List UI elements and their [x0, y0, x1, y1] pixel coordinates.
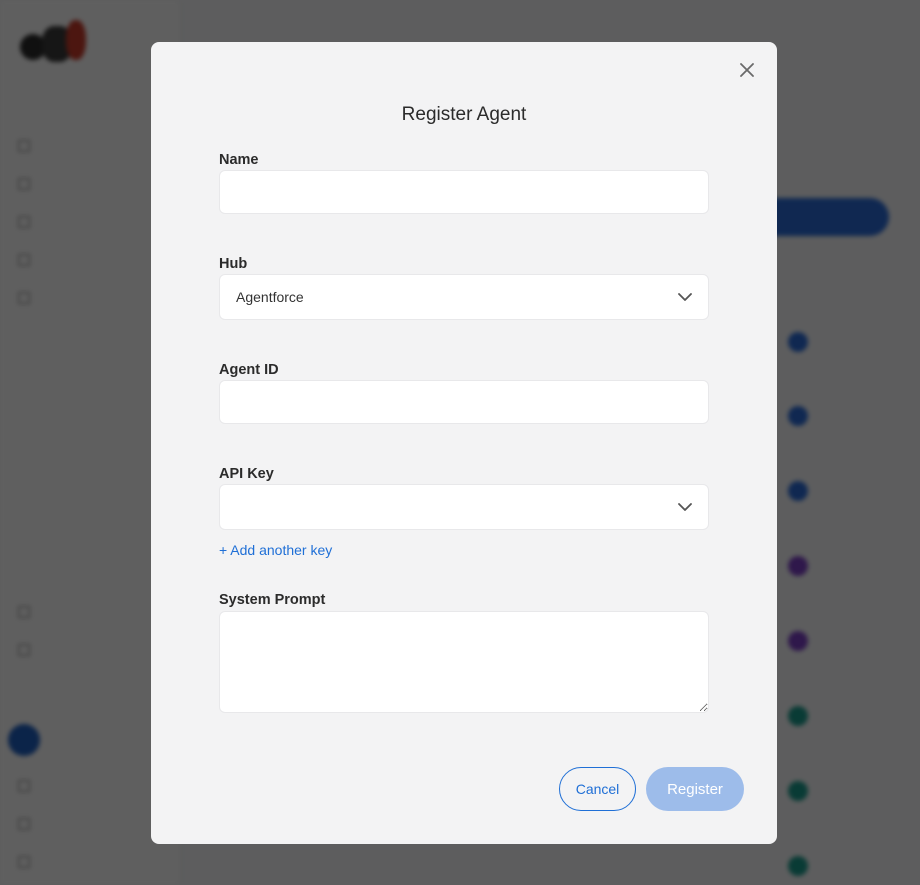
name-input[interactable] [219, 170, 709, 214]
system-prompt-textarea[interactable] [219, 611, 709, 713]
api-key-label: API Key [219, 466, 274, 482]
system-prompt-label: System Prompt [219, 592, 326, 608]
api-key-select[interactable] [219, 484, 709, 530]
hub-selected-value: Agentforce [236, 289, 304, 305]
register-button[interactable]: Register [646, 767, 744, 811]
hub-select[interactable]: Agentforce [219, 274, 709, 320]
name-label: Name [219, 152, 259, 168]
register-agent-dialog: Register Agent Name Hub Agentforce Agent… [151, 42, 777, 844]
agent-id-label: Agent ID [219, 362, 279, 378]
close-button[interactable] [737, 60, 757, 80]
cancel-button[interactable]: Cancel [559, 767, 636, 811]
add-another-key-link[interactable]: + Add another key [219, 542, 332, 558]
hub-label: Hub [219, 256, 248, 272]
close-icon [740, 63, 754, 77]
dialog-title: Register Agent [401, 104, 527, 125]
chevron-down-icon [678, 292, 692, 302]
chevron-down-icon [678, 502, 692, 512]
agent-id-input[interactable] [219, 380, 709, 424]
